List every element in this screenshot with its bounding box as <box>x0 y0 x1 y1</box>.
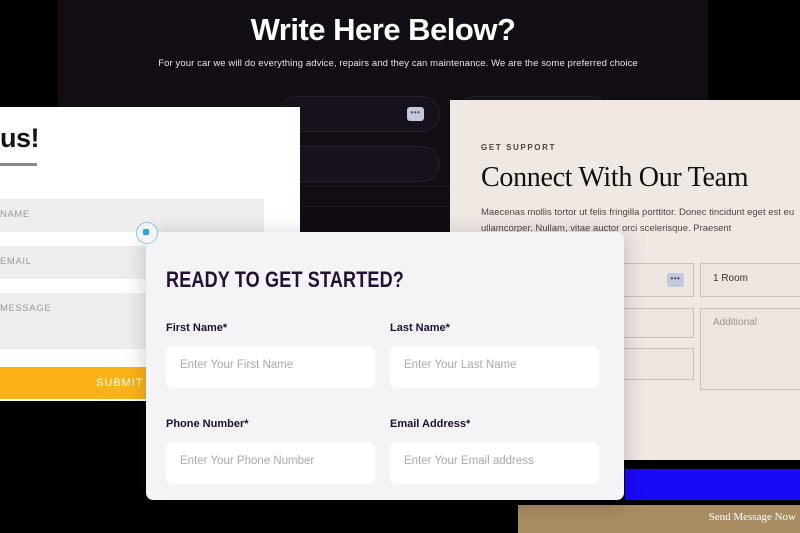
contact-panel-title: us! <box>0 123 40 153</box>
email-address-input[interactable]: Enter Your Email address <box>390 442 599 484</box>
hero-subtitle: For your car we will do everything advic… <box>158 58 638 69</box>
phone-number-placeholder: Enter Your Phone Number <box>180 455 315 467</box>
modal-resize-handle[interactable] <box>136 222 158 244</box>
support-textarea-placeholder: Additional <box>713 317 757 328</box>
email-address-label: Email Address* <box>390 418 471 430</box>
contact-field-message-label: MESSAGE <box>0 303 52 314</box>
title-underline <box>0 163 37 166</box>
submit-button-label: SUBMIT <box>96 377 144 389</box>
keyboard-badge-icon: ••• <box>407 107 424 121</box>
first-name-placeholder: Enter Your First Name <box>180 359 294 371</box>
page-title: Write Here Below? <box>250 12 516 47</box>
support-title: Connect With Our Team <box>481 162 749 193</box>
keyboard-badge-icon: ••• <box>667 273 684 287</box>
last-name-input[interactable]: Enter Your Last Name <box>390 346 599 388</box>
send-message-button[interactable]: Send Message Now <box>518 505 800 533</box>
support-select-rooms[interactable]: 1 Room <box>700 263 800 297</box>
hero-input-left-bottom[interactable] <box>278 146 440 182</box>
support-select-rooms-value: 1 Room <box>713 273 749 284</box>
first-name-label: First Name* <box>166 322 228 334</box>
contact-field-name-label: NAME <box>0 209 30 220</box>
last-name-placeholder: Enter Your Last Name <box>404 359 517 371</box>
hero-input-left-top[interactable]: ••• <box>278 96 440 132</box>
last-name-label: Last Name* <box>390 322 450 334</box>
get-started-modal: READY TO GET STARTED? First Name* Enter … <box>136 222 624 500</box>
first-name-input[interactable]: Enter Your First Name <box>166 346 375 388</box>
send-message-button-label: Send Message Now <box>708 511 796 523</box>
contact-field-name[interactable]: NAME <box>0 199 264 232</box>
contact-field-email-label: EMAIL <box>0 256 32 267</box>
modal-title: READY TO GET STARTED? <box>166 267 404 292</box>
phone-number-label: Phone Number* <box>166 418 249 430</box>
blue-accent-strip <box>625 469 800 500</box>
support-eyebrow: GET SUPPORT <box>481 143 556 152</box>
phone-number-input[interactable]: Enter Your Phone Number <box>166 442 375 484</box>
email-address-placeholder: Enter Your Email address <box>404 455 534 467</box>
handle-dot-icon <box>143 229 149 235</box>
support-textarea-notes[interactable]: Additional <box>700 308 800 390</box>
